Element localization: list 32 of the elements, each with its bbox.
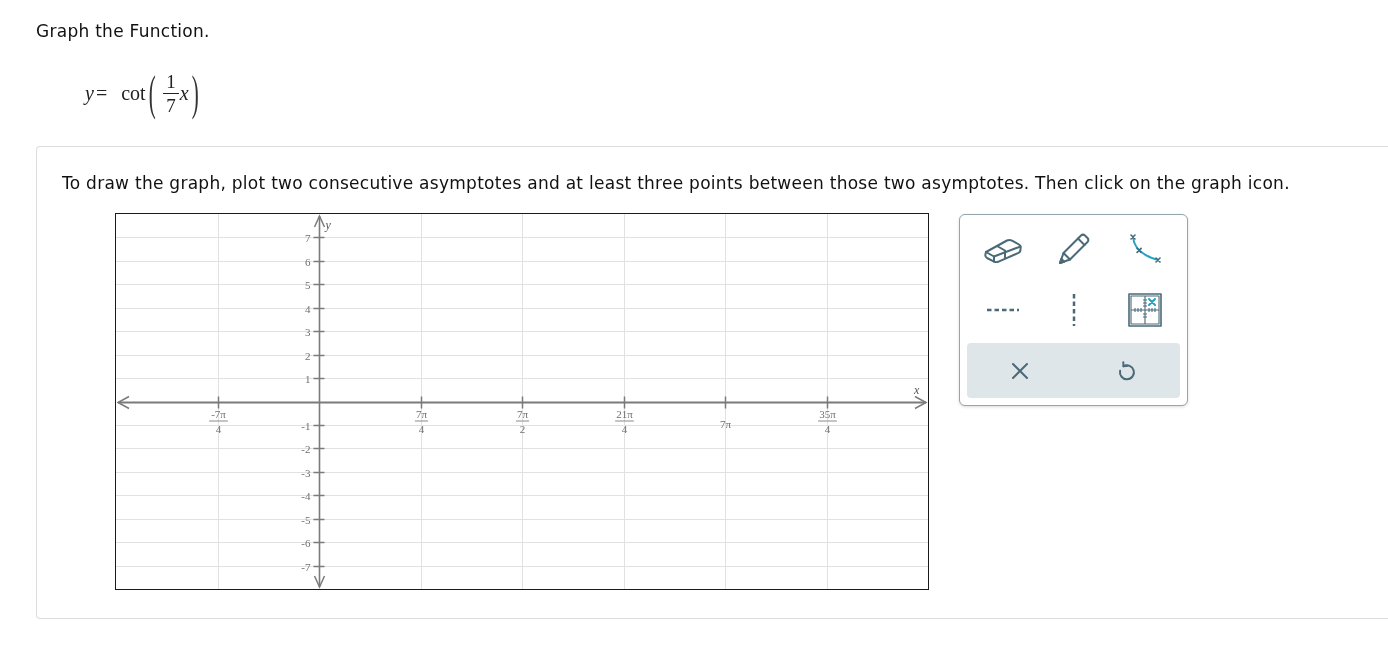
graph-grid[interactable]: x y -7π 4 7π 4 7π 2 21π 4 7π 35π 4 7 6 5 4 3 2 1 -1 -2 -3 -4 -5 -6 -7	[115, 213, 929, 590]
tick-label: 21π 4	[614, 407, 635, 435]
pencil-icon	[1056, 231, 1091, 266]
tick-label: -2	[301, 442, 311, 455]
tick-label: 7π 2	[515, 407, 530, 435]
curve-icon	[1127, 232, 1162, 265]
tick-label: 7π	[719, 417, 732, 430]
close-icon	[1012, 362, 1029, 379]
prompt-title: Graph the Function.	[36, 21, 210, 41]
tick-label: -4	[301, 489, 311, 502]
tick-label: -7	[301, 560, 311, 573]
tick-label: -1	[301, 419, 311, 432]
tick-label: 3	[305, 325, 311, 338]
tick-label: 2	[305, 349, 311, 362]
undo-icon	[1117, 360, 1136, 381]
tick-label: 4	[305, 302, 311, 315]
tick-label: -7π 4	[208, 407, 229, 435]
tick-label: 5	[305, 278, 311, 291]
horizontal-dashed-line-icon	[986, 307, 1019, 312]
tick-label: 7π 4	[414, 407, 429, 435]
tick-label: 1	[305, 372, 311, 385]
grid-icon	[1127, 292, 1162, 327]
tick-label: -5	[301, 513, 311, 526]
tick-label: 7	[305, 231, 311, 244]
tick-label: -6	[301, 536, 311, 549]
tick-label: -3	[301, 466, 311, 479]
tick-label: 35π 4	[817, 407, 838, 435]
axis-label: y	[325, 218, 331, 232]
instructions-text: To draw the graph, plot two consecutive asymptotes and at least three points between those two asymptotes. Then click on the graph icon.	[62, 173, 1290, 193]
vertical-dashed-line-icon	[1071, 293, 1076, 326]
tick-label: 6	[305, 255, 311, 268]
axis-label: x	[914, 382, 920, 397]
